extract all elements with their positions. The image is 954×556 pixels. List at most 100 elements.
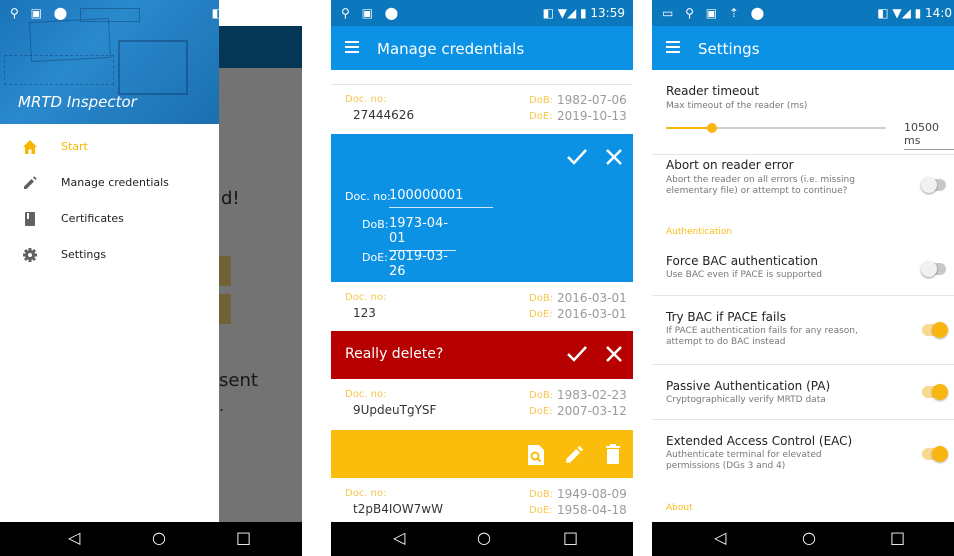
system-nav-bar: ◁ ○ □ [0, 522, 302, 556]
doe-value: 2007-03-12 [557, 404, 627, 418]
setting-title: Passive Authentication (PA) [666, 379, 831, 393]
doc-no-value: 9UpdeuTgYSF [353, 403, 437, 417]
timeout-value-field[interactable]: 10500 ms [904, 121, 954, 150]
delete-prompt: Really delete? [345, 346, 444, 362]
setting-subtitle: Max timeout of the reader (ms) [666, 101, 808, 111]
setting-abort-on-error[interactable]: Abort on reader error Abort the reader o… [652, 155, 954, 215]
dob-label: DoB: [529, 390, 554, 401]
doc-no-label: Doc. no: [345, 94, 387, 105]
dob-label: DoB: [529, 489, 554, 500]
recents-icon[interactable]: □ [890, 528, 905, 547]
doe-value: 2019-10-13 [557, 109, 627, 123]
doe-label: DoE: [529, 111, 553, 122]
credential-row[interactable]: Doc. no: t2pB4IOW7wW DoB: 1949-08-09 DoE… [331, 478, 633, 522]
notification-icons: ▭ ⚲ ▣ ⇡ ⬤ [662, 6, 769, 20]
recents-icon[interactable]: □ [236, 528, 251, 547]
confirm-delete-check-icon[interactable] [566, 345, 588, 363]
doe-field[interactable]: 2019-03-26 [389, 249, 456, 284]
navigation-drawer: MRTD Inspector Start Manage credentials … [0, 0, 219, 522]
menu-icon[interactable] [345, 41, 359, 53]
pencil-icon [24, 176, 37, 189]
dob-value: 1982-07-06 [557, 93, 627, 107]
status-bar: ⚲ ▣ ⬤ ◧ ▼◢ ▮ 13:58 [0, 0, 302, 26]
menu-icon[interactable] [666, 41, 680, 53]
app-title: MRTD Inspector [18, 93, 137, 111]
back-icon[interactable]: ◁ [714, 528, 726, 547]
setting-extended-access-control[interactable]: Extended Access Control (EAC) Authentica… [652, 420, 954, 490]
setting-subtitle: Use BAC even if PACE is supported [666, 270, 823, 280]
setting-subtitle: Authenticate terminal for elevated permi… [666, 450, 822, 471]
drawer-item-label: Manage credentials [61, 176, 169, 189]
app-bar: Manage credentials [331, 26, 633, 70]
credential-row[interactable]: Doc. no: 27444626 DoB: 1982-07-06 DoE: 2… [331, 85, 633, 134]
doc-no-value: t2pB4IOW7wW [353, 502, 443, 516]
drawer-item-certificates[interactable]: Certificates [0, 202, 219, 238]
status-time: ◧ ▼◢ ▮ 14:0 [877, 6, 952, 20]
dob-field[interactable]: 1973-04-01 [389, 216, 456, 251]
setting-subtitle: Abort the reader on all errors (i.e. mis… [666, 175, 855, 196]
delete-confirm-bar: Really delete? [331, 331, 633, 379]
dob-label: DoB: [529, 293, 554, 304]
abort-on-error-toggle[interactable] [921, 177, 946, 193]
doc-no-label: Doc. no: [345, 488, 387, 499]
drawer-item-settings[interactable]: Settings [0, 238, 219, 274]
back-icon[interactable]: ◁ [68, 528, 80, 547]
credential-action-bar [331, 430, 633, 478]
setting-subtitle: If PACE authentication fails for any rea… [666, 326, 858, 347]
status-bar: ▭ ⚲ ▣ ⇡ ⬤ ◧ ▼◢ ▮ 14:0 [652, 0, 954, 26]
recents-icon[interactable]: □ [563, 528, 578, 547]
back-icon[interactable]: ◁ [393, 528, 405, 547]
gear-icon [23, 248, 37, 262]
credential-row[interactable]: Doc. no: 123 DoB: 2016-03-01 DoE: 2016-0… [331, 282, 633, 331]
home-circle-icon[interactable]: ○ [477, 528, 491, 547]
dob-value: 2016-03-01 [557, 291, 627, 305]
credential-row[interactable]: Doc. no: 9UpdeuTgYSF DoB: 1983-02-23 DoE… [331, 379, 633, 430]
doc-no-value: 123 [353, 306, 376, 320]
notification-icons: ⚲ ▣ ⬤ [10, 6, 72, 20]
confirm-check-icon[interactable] [566, 148, 588, 166]
edit-pencil-icon[interactable] [565, 444, 585, 464]
dob-value: 1983-02-23 [557, 388, 627, 402]
dob-value: 1949-08-09 [557, 487, 627, 501]
passive-authentication-toggle[interactable] [922, 384, 948, 400]
home-circle-icon[interactable]: ○ [152, 528, 166, 547]
eac-toggle[interactable] [922, 446, 948, 462]
inspect-document-icon[interactable] [527, 444, 545, 466]
delete-trash-icon[interactable] [605, 443, 621, 465]
force-bac-toggle[interactable] [921, 261, 946, 277]
try-bac-toggle[interactable] [922, 322, 948, 338]
phone-screen-settings: ▭ ⚲ ▣ ⇡ ⬤ ◧ ▼◢ ▮ 14:0 Settings Reader ti… [652, 0, 954, 556]
status-time: ◧ ▼◢ ▮ 13:59 [542, 6, 625, 20]
timeout-slider[interactable] [666, 123, 886, 133]
app-bar: Settings [652, 26, 954, 70]
drawer-item-label: Settings [61, 248, 107, 261]
category-authentication: Authentication [666, 227, 733, 237]
doe-value: 1958-04-18 [557, 503, 627, 517]
setting-force-bac[interactable]: Force BAC authentication Use BAC even if… [652, 245, 954, 295]
setting-passive-authentication[interactable]: Passive Authentication (PA) Cryptographi… [652, 365, 954, 419]
cancel-delete-close-icon[interactable] [605, 345, 623, 363]
drawer-item-label: Start [61, 140, 88, 153]
setting-title: Extended Access Control (EAC) [666, 434, 853, 448]
book-icon [25, 212, 35, 226]
setting-title: Force BAC authentication [666, 254, 818, 268]
drawer-item-label: Certificates [61, 212, 124, 225]
doc-no-field[interactable]: 100000001 [389, 188, 493, 208]
doe-value: 2016-03-01 [557, 307, 627, 321]
passport-stamp-image [118, 40, 188, 95]
drawer-item-start[interactable]: Start [0, 130, 219, 166]
setting-try-bac[interactable]: Try BAC if PACE fails If PACE authentica… [652, 296, 954, 364]
cancel-close-icon[interactable] [605, 148, 623, 166]
home-circle-icon[interactable]: ○ [802, 528, 816, 547]
credential-edit-card: Doc. no: 100000001 DoB: 1973-04-01 DoE: … [331, 134, 633, 284]
timeout-slider-thumb[interactable] [707, 123, 718, 133]
drawer-item-manage-credentials[interactable]: Manage credentials [0, 166, 219, 202]
timeout-slider-fill [666, 127, 713, 129]
status-bar: ⚲ ▣ ⬤ ◧ ▼◢ ▮ 13:59 [331, 0, 633, 26]
system-nav-bar: ◁ ○ □ [331, 522, 633, 556]
phone-screen-start: d! sent . MRTD Inspector Start Manage cr… [0, 0, 302, 556]
page-title: Settings [698, 40, 760, 58]
setting-title: Try BAC if PACE fails [666, 310, 786, 324]
doc-no-label: Doc. no: [345, 190, 391, 203]
dob-label: DoB: [362, 218, 389, 231]
